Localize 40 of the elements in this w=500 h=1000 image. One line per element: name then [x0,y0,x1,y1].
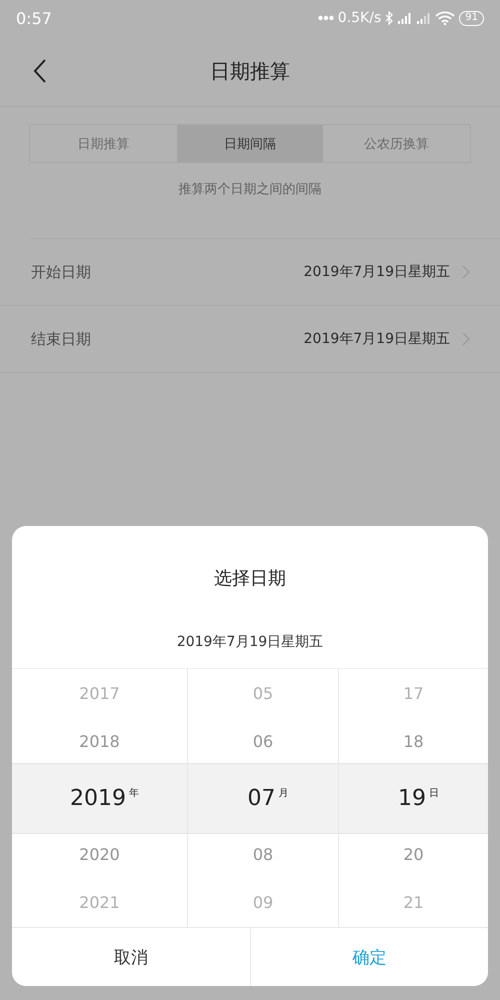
picker-item[interactable]: 09 [252,893,274,912]
dialog-title: 选择日期 [213,567,287,590]
picker-item[interactable]: 18 [403,732,424,751]
battery-level: 91 [465,13,478,23]
list-row[interactable]: 开始日期 2019年7月19日星期五 [31,238,500,305]
tab[interactable]: 日期推算 [30,125,177,162]
tab[interactable]: 日期间隔 [176,125,324,162]
more-dots-icon [318,15,334,21]
picker-item[interactable]: 17 [403,684,424,703]
picker-item[interactable]: 08 [252,845,274,864]
picker-item[interactable]: 06 [252,732,274,751]
picker-item[interactable]: 05 [252,684,274,703]
picker-item[interactable]: 2021 [79,893,120,912]
signal-icon [416,11,432,25]
page-title: 日期推算 [210,58,290,84]
back-icon [33,59,47,83]
picker-item[interactable]: 2020 [79,845,120,864]
picker-item[interactable]: 19$^{日}$ [388,786,439,810]
signal-icon [397,11,412,25]
picker-item[interactable]: 07$^{月}$ [238,786,288,810]
row-label: 开始日期 [31,262,91,282]
list-row[interactable]: 结束日期 2019年7月19日星期五 [0,305,500,373]
bluetooth-icon [385,11,394,25]
cancel-button[interactable]: 取消 [12,928,250,986]
status-time: 0:57 [16,8,52,28]
row-value: 2019年7月19日星期五 [304,263,450,281]
row-label: 结束日期 [31,330,91,348]
tab[interactable]: 公农历换算 [323,125,470,162]
network-speed: 0.5K/s [338,10,382,26]
description-text: 推算两个日期之间的间隔 [178,181,322,198]
picker-item[interactable]: 2017 [79,684,120,703]
selected-date: 2019年7月19日星期五 [176,633,324,652]
chevron-right-icon [462,332,470,346]
picker-item[interactable]: 2018 [79,732,120,751]
picker-item[interactable]: 21 [403,893,424,912]
picker-item[interactable]: 20 [403,845,424,864]
chevron-right-icon [462,265,470,279]
row-value: 2019年7月19日星期五 [304,330,450,348]
picker-item[interactable]: 2019$^{年}$ [60,786,139,810]
wifi-icon [435,11,456,25]
